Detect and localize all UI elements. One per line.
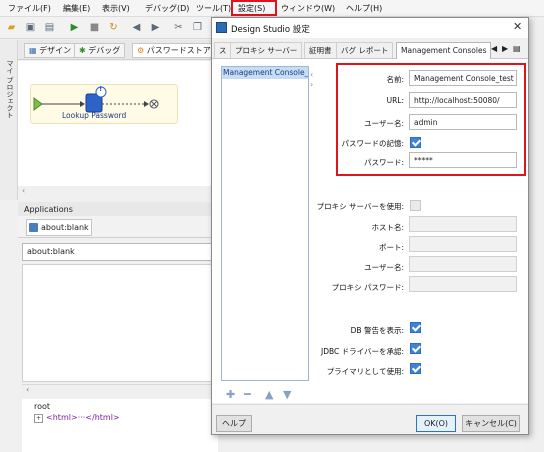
- add-icon[interactable]: ✚: [226, 388, 235, 401]
- menu-debug[interactable]: デバッグ(D): [145, 3, 189, 14]
- tab-design[interactable]: ▦ デザイン: [24, 43, 77, 58]
- ok-button[interactable]: OK(O): [416, 415, 456, 432]
- menu-help[interactable]: ヘルプ(H): [346, 3, 382, 14]
- address-bar[interactable]: about:blank: [22, 243, 218, 261]
- step-badge-text: !: [99, 85, 103, 93]
- design-studio-icon: [216, 22, 227, 33]
- tab-list-icon[interactable]: ▤: [513, 44, 521, 53]
- tab-debug[interactable]: ✱ デバッグ: [74, 43, 126, 58]
- design-icon: ▦: [29, 46, 40, 55]
- tab-about-blank-label: about:blank: [41, 223, 89, 232]
- cancel-button[interactable]: キャンセル(C): [462, 415, 520, 432]
- save-all-icon[interactable]: ▤: [43, 21, 56, 34]
- tree-html-node[interactable]: + <html>···</html>: [34, 413, 120, 423]
- menu-edit[interactable]: 編集(E): [63, 3, 90, 14]
- horizontal-scrollbar[interactable]: ‹: [22, 384, 218, 396]
- port-field[interactable]: [409, 236, 517, 252]
- jdbc-driver-checkbox[interactable]: [410, 343, 421, 354]
- save-icon[interactable]: ▣: [24, 21, 37, 34]
- scroll-left-arrow-icon[interactable]: ‹: [26, 385, 29, 394]
- password-label: パスワード:: [363, 158, 404, 167]
- remove-icon[interactable]: ━: [244, 388, 251, 401]
- username-label: ユーザー名:: [364, 119, 404, 128]
- move-down-icon[interactable]: ▼: [283, 388, 291, 401]
- name-field[interactable]: Management Console_test: [409, 70, 517, 86]
- expand-node-icon[interactable]: +: [34, 414, 44, 423]
- arrow-head-2-icon: [144, 101, 149, 107]
- proxy-password-label: プロキシ パスワード:: [331, 283, 404, 292]
- help-button[interactable]: ヘルプ: [216, 415, 252, 432]
- url-label: URL:: [386, 96, 404, 105]
- arrow-head-icon: [80, 101, 85, 107]
- tab-scroll-right-icon[interactable]: ▶: [502, 44, 508, 53]
- host-label: ホスト名:: [371, 223, 404, 232]
- applications-title: Applications: [24, 205, 73, 214]
- proxy-username-label: ユーザー名:: [364, 263, 404, 272]
- settings-menu-highlight: [231, 0, 277, 16]
- name-label: 名前:: [386, 75, 404, 84]
- step-label: Lookup Password: [62, 111, 127, 120]
- use-as-primary-checkbox[interactable]: [410, 363, 421, 374]
- proxy-password-field[interactable]: [409, 276, 517, 292]
- tab-bug-report[interactable]: バグ レポート: [336, 42, 394, 58]
- username-field[interactable]: admin: [409, 114, 517, 130]
- back-icon[interactable]: ◀: [130, 21, 143, 34]
- url-field[interactable]: http://localhost:50080/: [409, 92, 517, 108]
- menu-tools[interactable]: ツール(T): [196, 3, 231, 14]
- robot-icon: ⚙: [137, 46, 147, 55]
- dom-tree-panel: [22, 399, 218, 452]
- move-up-icon[interactable]: ▲: [265, 388, 273, 401]
- tab-password-store[interactable]: ⚙ パスワードストア: [132, 43, 216, 58]
- tab-scroll-left-icon[interactable]: ◀: [491, 44, 497, 53]
- scroll-left-icon[interactable]: ‹: [22, 186, 25, 195]
- use-proxy-checkbox[interactable]: [410, 200, 421, 211]
- tab-certificates[interactable]: 証明書: [304, 42, 337, 58]
- start-node-icon[interactable]: [33, 97, 43, 111]
- tab-management-consoles[interactable]: Management Consoles: [396, 42, 492, 59]
- host-field[interactable]: [409, 216, 517, 232]
- dialog-title: Design Studio 設定: [231, 25, 310, 35]
- tree-root-node[interactable]: root: [34, 402, 50, 411]
- port-label: ポート:: [378, 243, 404, 252]
- menu-file[interactable]: ファイル(F): [8, 3, 51, 14]
- tab-proxy-server[interactable]: プロキシ サーバー: [230, 42, 303, 58]
- proxy-username-field[interactable]: [409, 256, 517, 272]
- tab-design-label: デザイン: [39, 46, 72, 55]
- browser-icon: [29, 223, 38, 232]
- stop-icon[interactable]: ■: [88, 21, 101, 34]
- browser-view[interactable]: [22, 264, 218, 382]
- close-icon[interactable]: ✕: [513, 20, 522, 33]
- tab-partial[interactable]: ス: [214, 42, 232, 58]
- project-strip-label[interactable]: マイ プロジェクト: [3, 60, 15, 118]
- refresh-icon[interactable]: ↻: [107, 21, 120, 34]
- editor-tab-bar: ▦ デザイン ✱ デバッグ ⚙ パスワードストア: [18, 40, 218, 60]
- jdbc-driver-label: JDBC ドライバーを承認:: [321, 347, 404, 356]
- db-warning-checkbox[interactable]: [410, 322, 421, 333]
- use-as-primary-label: プライマリとして使用:: [326, 367, 404, 376]
- forward-icon[interactable]: ▶: [149, 21, 162, 34]
- debug-icon: ✱: [79, 46, 89, 55]
- tab-debug-label: デバッグ: [88, 46, 121, 55]
- menu-view[interactable]: 表示(V): [102, 3, 130, 14]
- remember-password-label: パスワードの記憶:: [341, 139, 404, 148]
- dialog-tab-bar: ス プロキシ サーバー 証明書 バグ レポート Management Conso…: [212, 39, 528, 59]
- copy-icon[interactable]: ❐: [191, 21, 204, 34]
- db-warning-label: DB 警告を表示:: [350, 326, 404, 335]
- run-icon[interactable]: ▶: [68, 21, 81, 34]
- cut-icon[interactable]: ✂: [172, 21, 185, 34]
- password-field[interactable]: *****: [409, 152, 517, 168]
- tree-html-node-label: <html>···</html>: [46, 413, 120, 422]
- menu-window[interactable]: ウィンドウ(W): [281, 3, 335, 14]
- remember-password-checkbox[interactable]: [410, 137, 421, 148]
- use-proxy-label: プロキシ サーバーを使用:: [316, 202, 404, 211]
- tab-password-store-label: パスワードストア: [146, 46, 211, 55]
- open-folder-icon[interactable]: ▰: [5, 21, 18, 34]
